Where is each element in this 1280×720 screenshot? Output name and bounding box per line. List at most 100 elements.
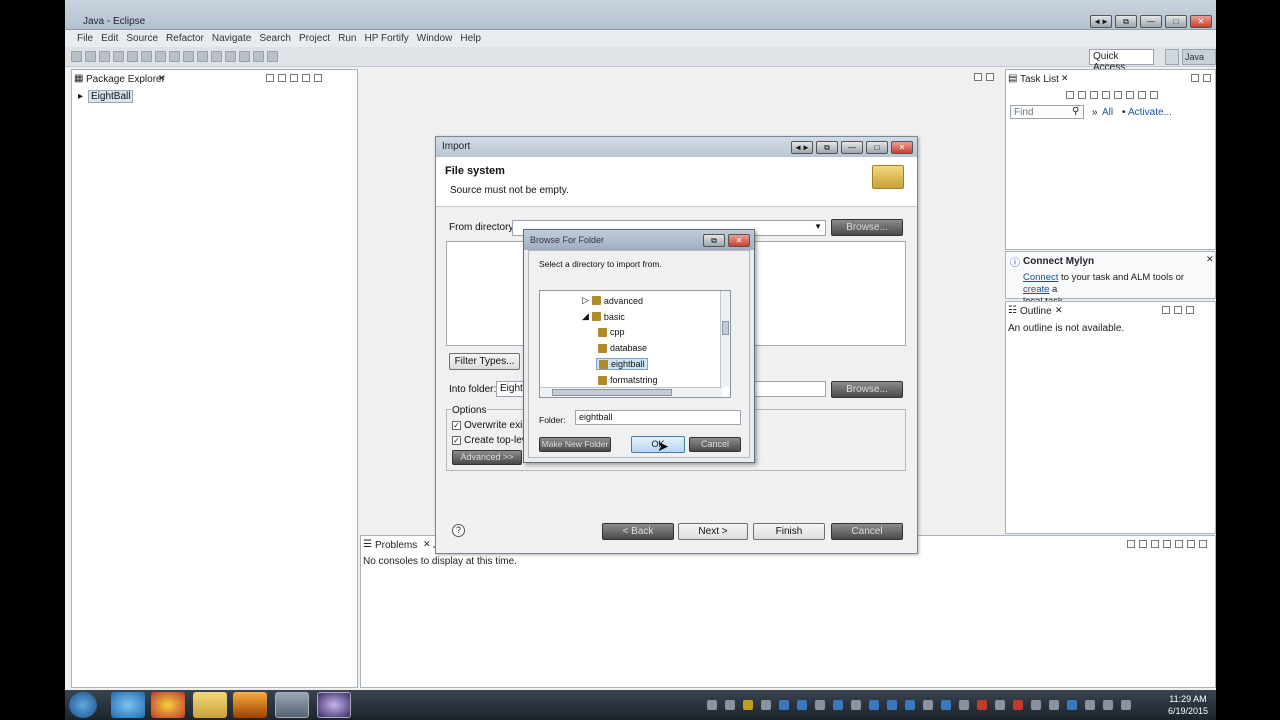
tray-icon[interactable] bbox=[779, 700, 789, 710]
view-menu-icon[interactable] bbox=[1162, 306, 1170, 314]
tray-icon[interactable] bbox=[761, 700, 771, 710]
menu-navigate[interactable]: Navigate bbox=[208, 31, 255, 47]
file-explorer-icon[interactable] bbox=[193, 692, 227, 718]
scrollbar-thumb[interactable] bbox=[722, 321, 729, 335]
view-menu-icon[interactable] bbox=[290, 74, 298, 82]
tile-button[interactable]: ⧉ bbox=[1115, 15, 1137, 28]
expand-icon[interactable]: ▷ bbox=[582, 295, 589, 306]
minimize-editor-icon[interactable] bbox=[974, 73, 982, 81]
open-perspective-icon[interactable] bbox=[1165, 49, 1179, 65]
menu-search[interactable]: Search bbox=[255, 31, 295, 47]
internet-explorer-icon[interactable] bbox=[111, 692, 145, 718]
volume-icon[interactable] bbox=[1121, 700, 1131, 710]
maximize-editor-icon[interactable] bbox=[986, 73, 994, 81]
debug-icon[interactable] bbox=[113, 51, 124, 62]
folder-tree[interactable]: ▷ advanced ◢ basic cpp database eightbal… bbox=[539, 290, 731, 398]
maximize-view-icon[interactable] bbox=[1203, 74, 1211, 82]
maximize-view-icon[interactable] bbox=[1186, 306, 1194, 314]
package-explorer-tab[interactable]: Package Explorer bbox=[86, 74, 165, 85]
new-package-icon[interactable] bbox=[169, 51, 180, 62]
minimize-view-icon[interactable] bbox=[1191, 74, 1199, 82]
create-top-level-checkbox[interactable]: ✓ bbox=[452, 436, 461, 445]
tray-icon[interactable] bbox=[887, 700, 897, 710]
close-tab-icon[interactable]: ✕ bbox=[1061, 73, 1069, 84]
tray-icon[interactable] bbox=[833, 700, 843, 710]
search-icon[interactable] bbox=[211, 51, 222, 62]
save-icon[interactable] bbox=[85, 51, 96, 62]
tray-icon[interactable] bbox=[1067, 700, 1077, 710]
minimize-button[interactable]: — bbox=[841, 141, 863, 154]
maximize-button[interactable]: □ bbox=[1165, 15, 1187, 28]
tray-icon[interactable] bbox=[1085, 700, 1095, 710]
external-tools-icon[interactable] bbox=[141, 51, 152, 62]
media-player-icon[interactable] bbox=[233, 692, 267, 718]
open-type-icon[interactable] bbox=[197, 51, 208, 62]
eclipse-icon[interactable] bbox=[317, 692, 351, 718]
minimize-view-icon[interactable] bbox=[1174, 306, 1182, 314]
collapse-all-icon[interactable] bbox=[266, 74, 274, 82]
close-browse-button[interactable]: ✕ bbox=[728, 234, 750, 247]
scrollbar-thumb[interactable] bbox=[552, 389, 672, 396]
tray-icon[interactable] bbox=[1049, 700, 1059, 710]
prev-annotation-icon[interactable] bbox=[239, 51, 250, 62]
minimize-button[interactable]: — bbox=[1140, 15, 1162, 28]
maximize-button[interactable]: □ bbox=[866, 141, 888, 154]
next-annotation-icon[interactable] bbox=[225, 51, 236, 62]
close-tab-icon[interactable]: ✕ bbox=[158, 73, 166, 84]
tray-icon[interactable] bbox=[851, 700, 861, 710]
outline-tab[interactable]: Outline bbox=[1020, 306, 1052, 317]
tray-icon[interactable] bbox=[869, 700, 879, 710]
tray-icon[interactable] bbox=[815, 700, 825, 710]
chrome-icon[interactable] bbox=[151, 692, 185, 718]
synchronize-icon[interactable] bbox=[1150, 91, 1158, 99]
tile-button[interactable]: ⧉ bbox=[703, 234, 725, 247]
back-icon[interactable] bbox=[253, 51, 264, 62]
tray-icon[interactable] bbox=[923, 700, 933, 710]
tree-item[interactable]: formatstring bbox=[598, 375, 658, 385]
task-all-link[interactable]: All bbox=[1102, 107, 1113, 118]
tree-item[interactable]: ◢ basic bbox=[582, 311, 625, 322]
tray-icon[interactable] bbox=[977, 700, 987, 710]
task-activate-link[interactable]: Activate... bbox=[1128, 107, 1172, 118]
close-window-button[interactable]: ✕ bbox=[1190, 15, 1212, 28]
tray-icon[interactable] bbox=[1013, 700, 1023, 710]
filter-types-button[interactable]: Filter Types... bbox=[449, 353, 520, 370]
captivate-icon[interactable] bbox=[275, 692, 309, 718]
hide-completed-icon[interactable] bbox=[1102, 91, 1110, 99]
problems-tab[interactable]: Problems bbox=[375, 540, 417, 551]
task-list-tab[interactable]: Task List bbox=[1020, 74, 1059, 85]
tray-icon[interactable] bbox=[743, 700, 753, 710]
cancel-button[interactable]: Cancel bbox=[689, 437, 741, 452]
restore-views-button[interactable]: ◄► bbox=[1090, 15, 1112, 28]
collapse-icon[interactable]: ◢ bbox=[582, 311, 589, 322]
pin-console-icon[interactable] bbox=[1127, 540, 1135, 548]
project-eightball[interactable]: EightBall bbox=[88, 90, 134, 103]
tree-item[interactable]: cpp bbox=[598, 327, 625, 337]
menu-file[interactable]: File bbox=[73, 31, 97, 47]
menu-project[interactable]: Project bbox=[295, 31, 334, 47]
new-java-project-icon[interactable] bbox=[155, 51, 166, 62]
start-button[interactable] bbox=[69, 692, 97, 718]
cancel-button[interactable]: Cancel bbox=[831, 523, 903, 540]
close-tab-icon[interactable]: ✕ bbox=[423, 539, 431, 550]
view-menu-icon[interactable] bbox=[1175, 540, 1183, 548]
categorized-icon[interactable] bbox=[1078, 91, 1086, 99]
expand-all-icon[interactable] bbox=[1138, 91, 1146, 99]
link-editor-icon[interactable] bbox=[278, 74, 286, 82]
system-clock[interactable]: 11:29 AM 6/19/2015 bbox=[1168, 693, 1208, 717]
horizontal-scrollbar[interactable] bbox=[540, 387, 722, 397]
new-icon[interactable] bbox=[71, 51, 82, 62]
tree-item-selected[interactable]: eightball bbox=[596, 358, 648, 370]
display-console-icon[interactable] bbox=[1139, 540, 1147, 548]
tray-icon[interactable] bbox=[905, 700, 915, 710]
tray-icon[interactable] bbox=[959, 700, 969, 710]
next-button[interactable]: Next > bbox=[678, 523, 748, 540]
connect-link[interactable]: Connect bbox=[1023, 272, 1058, 283]
print-icon[interactable] bbox=[99, 51, 110, 62]
close-tab-icon[interactable]: ✕ bbox=[1055, 305, 1063, 316]
open-console-icon[interactable] bbox=[1163, 540, 1171, 548]
network-icon[interactable] bbox=[1103, 700, 1113, 710]
menu-window[interactable]: Window bbox=[413, 31, 457, 47]
tile-button[interactable]: ⧉ bbox=[816, 141, 838, 154]
focus-icon[interactable] bbox=[1114, 91, 1122, 99]
